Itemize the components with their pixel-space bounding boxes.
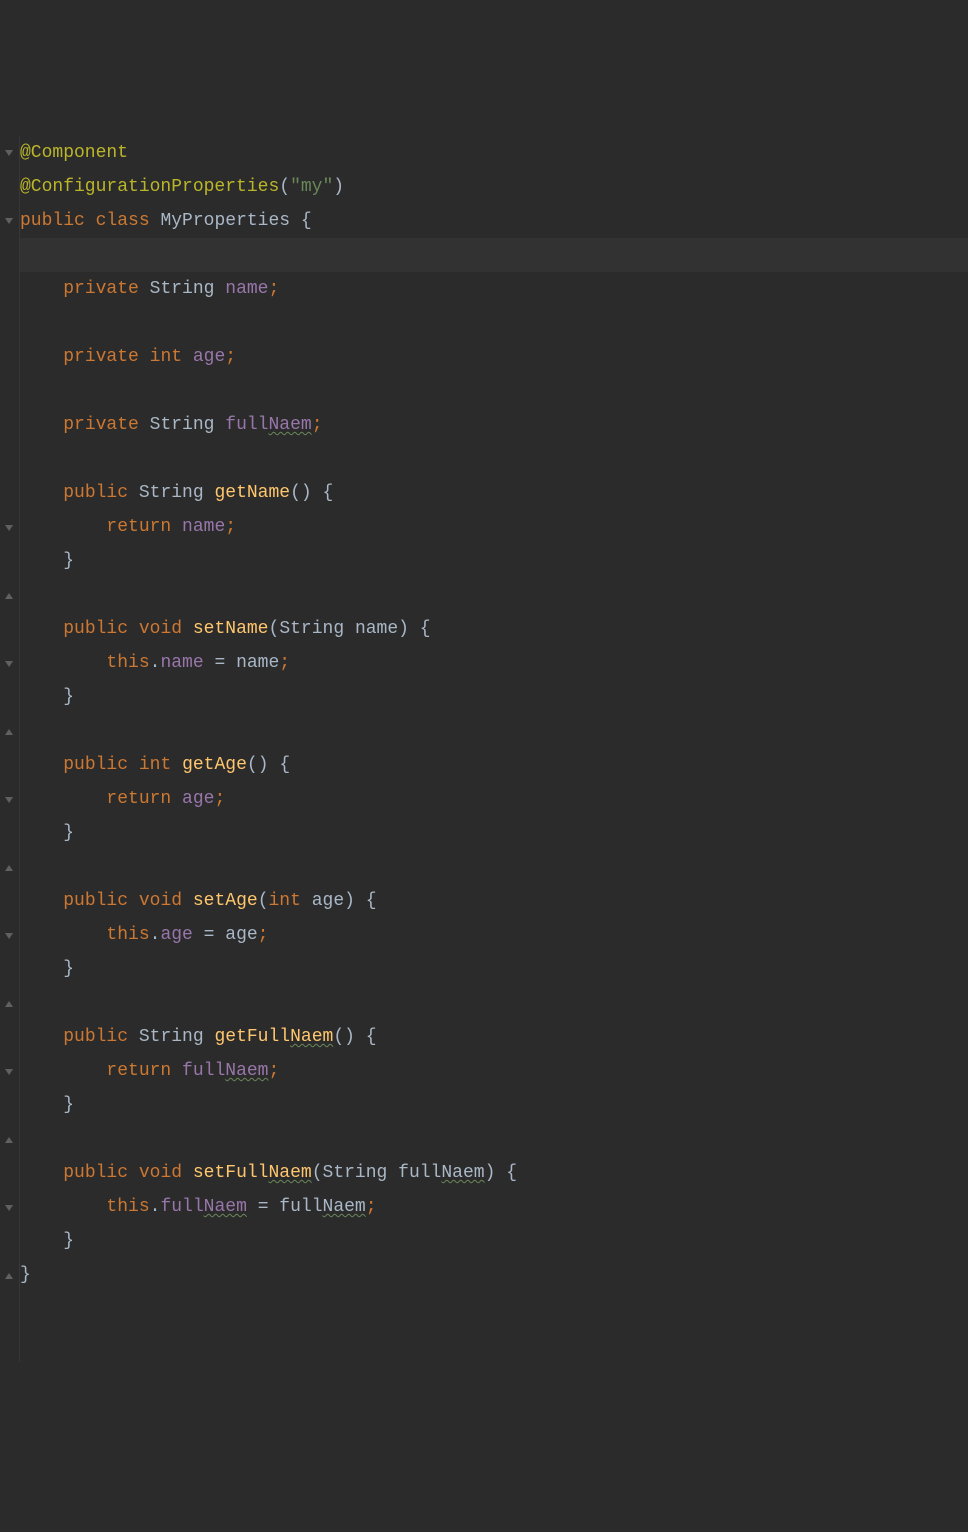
code-line: public void setAge(int age) { [20, 884, 968, 918]
code-line: return fullNaem; [20, 1054, 968, 1088]
code-line: private int age; [20, 340, 968, 374]
code-line: @Component [20, 136, 968, 170]
fold-up-icon[interactable] [4, 727, 14, 737]
code-line: public class MyProperties { [20, 204, 968, 238]
code-line: } [20, 1088, 968, 1122]
fold-down-icon[interactable] [4, 931, 14, 941]
fold-down-icon[interactable] [4, 659, 14, 669]
code-line [20, 578, 968, 612]
code-line: } [20, 544, 968, 578]
fold-down-icon[interactable] [4, 148, 14, 158]
fold-up-icon[interactable] [4, 1135, 14, 1145]
code-line [20, 1122, 968, 1156]
code-line: public void setFullNaem(String fullNaem)… [20, 1156, 968, 1190]
code-line: } [20, 952, 968, 986]
code-line: public void setName(String name) { [20, 612, 968, 646]
code-line [20, 374, 968, 408]
caret-line [20, 238, 968, 272]
code-line [20, 850, 968, 884]
fold-up-icon[interactable] [4, 999, 14, 1009]
fold-down-icon[interactable] [4, 216, 14, 226]
code-line: private String name; [20, 272, 968, 306]
fold-down-icon[interactable] [4, 523, 14, 533]
fold-up-icon[interactable] [4, 1271, 14, 1281]
code-line: public String getName() { [20, 476, 968, 510]
code-line: public int getAge() { [20, 748, 968, 782]
fold-up-icon[interactable] [4, 591, 14, 601]
gutter [0, 136, 20, 1362]
fold-down-icon[interactable] [4, 795, 14, 805]
fold-down-icon[interactable] [4, 1203, 14, 1213]
code-area[interactable]: @Component@ConfigurationProperties("my")… [20, 136, 968, 1362]
code-line: return name; [20, 510, 968, 544]
code-line [20, 986, 968, 1020]
code-line: } [20, 680, 968, 714]
code-line [20, 442, 968, 476]
fold-down-icon[interactable] [4, 1067, 14, 1077]
code-line: this.fullNaem = fullNaem; [20, 1190, 968, 1224]
code-editor[interactable]: @Component@ConfigurationProperties("my")… [0, 136, 968, 1362]
code-line: this.name = name; [20, 646, 968, 680]
code-line: } [20, 816, 968, 850]
code-line [20, 714, 968, 748]
fold-up-icon[interactable] [4, 863, 14, 873]
code-line: } [20, 1258, 968, 1292]
code-line: this.age = age; [20, 918, 968, 952]
code-line: } [20, 1224, 968, 1258]
code-line: @ConfigurationProperties("my") [20, 170, 968, 204]
code-line: return age; [20, 782, 968, 816]
code-line: private String fullNaem; [20, 408, 968, 442]
code-line: public String getFullNaem() { [20, 1020, 968, 1054]
code-line [20, 306, 968, 340]
